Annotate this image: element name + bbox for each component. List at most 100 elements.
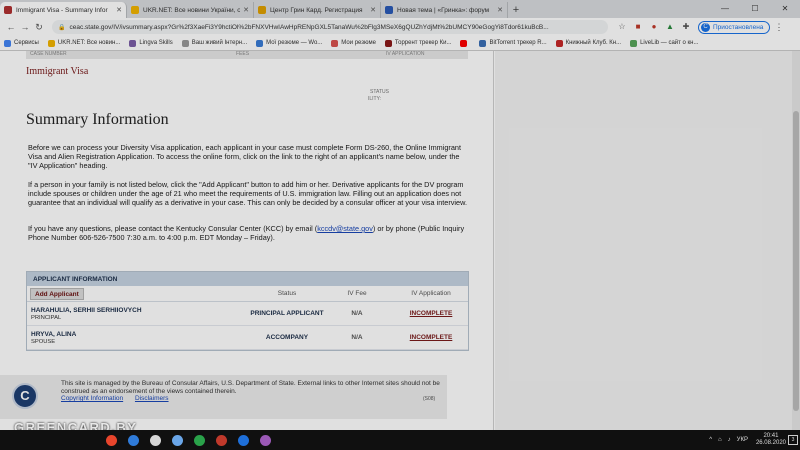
bookmark-item[interactable]: Торрент трекер Ки... (384, 39, 451, 47)
close-window-button[interactable]: ✕ (770, 0, 800, 18)
case-header-label: CASE NUMBER (30, 51, 67, 57)
page-scrollbar[interactable] (792, 51, 800, 430)
bookmark-favicon-icon (479, 39, 487, 47)
tab-label: Новая тема | «Гринка»: форум (397, 6, 490, 14)
star-icon[interactable]: ☆ (616, 22, 628, 32)
clock[interactable]: 20:41 26.08.2020 (756, 433, 786, 447)
derivative-paragraph: If a person in your family is not listed… (28, 180, 468, 207)
tab-close-icon[interactable]: ✕ (370, 6, 376, 14)
minimize-button[interactable]: — (710, 0, 740, 18)
bookmark-item[interactable]: Ваш живий Інтерн... (181, 39, 247, 47)
puzzle-icon[interactable]: ✚ (680, 22, 692, 32)
page-content: CASE NUMBER FEES IV APPLICATION Immigran… (0, 51, 494, 430)
taskbar-app-icon[interactable] (122, 430, 144, 450)
status-label: STATUS (370, 89, 389, 95)
sound-icon[interactable]: ♪ (728, 437, 731, 443)
applicant-name: HARAHULIA, SERHII SERHIIOVYCH (31, 307, 142, 314)
case-header-strip: CASE NUMBER FEES IV APPLICATION (26, 51, 468, 59)
extension-icon[interactable]: ▲ (664, 22, 676, 32)
bookmark-item[interactable]: Lingva Skills (129, 39, 173, 47)
taskbar-app-icon[interactable] (188, 430, 210, 450)
extension-icon[interactable]: ■ (632, 22, 644, 32)
profile-paused-button[interactable]: C Приостановлена (698, 20, 771, 34)
url-text: ceac.state.gov/IV/ivsummary.aspx?Gr%2f3X… (69, 23, 549, 31)
tab-favicon-icon (258, 6, 266, 14)
bookmark-favicon-icon (47, 39, 55, 47)
bookmark-favicon-icon (630, 39, 638, 47)
bookmark-item[interactable]: Мої резюме — Wo... (256, 39, 322, 47)
tab-ukrnet[interactable]: UKR.NET: Все новини України, о ✕ (127, 2, 254, 18)
bookmark-favicon-icon (256, 39, 264, 47)
tab-close-icon[interactable]: ✕ (116, 6, 122, 14)
tab-label: UKR.NET: Все новини України, о (143, 6, 241, 14)
tab-close-icon[interactable]: ✕ (497, 6, 503, 14)
taskbar-app-icon[interactable] (210, 430, 232, 450)
bookmark-item[interactable]: UKR.NET: Все новин... (47, 39, 120, 47)
iv-application-link[interactable]: INCOMPLETE (400, 310, 462, 317)
applicant-role: SPOUSE (31, 339, 56, 345)
visa-type-heading: Immigrant Visa (26, 66, 89, 77)
bookmark-item[interactable]: BitTorrent трекер R... (479, 39, 547, 47)
back-arrow-icon[interactable]: ← (4, 22, 18, 32)
bookmarks-bar: Сервисы UKR.NET: Все новин... Lingva Ski… (0, 36, 800, 51)
bookmark-favicon-icon (384, 39, 392, 47)
column-header-iv-fee: IV Fee (347, 290, 367, 297)
taskbar: ^ ⌂ ♪ УКР 20:41 26.08.2020 3 (0, 430, 800, 450)
bookmark-item[interactable]: LiveLib — сайт о кн... (630, 39, 699, 47)
table-row: HARAHULIA, SERHII SERHIIOVYCH PRINCIPAL … (27, 302, 468, 326)
reload-icon[interactable]: ↻ (32, 22, 46, 33)
tab-greencard-center[interactable]: Центр Грин Кард. Регистрация ✕ (254, 2, 381, 18)
taskbar-app-icon[interactable] (254, 430, 276, 450)
kcc-email-link[interactable]: kccdv@state.gov (317, 224, 373, 233)
disclaimers-link[interactable]: Disclaimers (135, 395, 169, 402)
page-footer: C This site is managed by the Bureau of … (0, 375, 447, 419)
kebab-menu-icon[interactable]: ⋮ (774, 22, 783, 33)
case-header-label: IV APPLICATION (386, 51, 425, 57)
applicant-table: APPLICANT INFORMATION Add Applicant Stat… (26, 271, 469, 351)
bookmark-item[interactable]: Мои резюме (331, 39, 376, 47)
applicant-iv-fee: N/A (351, 310, 363, 317)
taskbar-app-icon[interactable] (166, 430, 188, 450)
column-header-status: Status (277, 290, 297, 297)
forward-arrow-icon[interactable]: → (18, 22, 32, 32)
bookmark-item[interactable]: Сервисы (4, 39, 39, 47)
address-bar[interactable]: 🔒 ceac.state.gov/IV/ivsummary.aspx?Gr%2f… (52, 20, 608, 34)
iv-application-link[interactable]: INCOMPLETE (400, 334, 462, 341)
scrollbar-thumb[interactable] (793, 111, 799, 411)
footer-disclaimer-text: This site is managed by the Bureau of Co… (61, 380, 440, 395)
avatar: C (701, 22, 710, 32)
page-code: (S08) (423, 396, 436, 402)
taskbar-app-icon[interactable] (144, 430, 166, 450)
tab-forum[interactable]: Новая тема | «Гринка»: форум ✕ (381, 2, 508, 18)
eligibility-label: ILITY: (368, 96, 382, 102)
new-tab-button[interactable]: + (508, 2, 524, 18)
footer-links: Copyright Information Disclaimers (61, 395, 179, 402)
add-applicant-button[interactable]: Add Applicant (30, 287, 84, 300)
maximize-button[interactable]: ☐ (740, 0, 770, 18)
network-icon[interactable]: ⌂ (718, 437, 722, 443)
copyright-link[interactable]: Copyright Information (61, 395, 123, 402)
bookmark-item[interactable]: Книжный Клуб. Кн... (555, 39, 621, 47)
taskbar-app-icon[interactable] (100, 430, 122, 450)
bookmark-favicon-icon (181, 39, 189, 47)
tab-close-icon[interactable]: ✕ (243, 6, 249, 14)
tray-chevron-icon[interactable]: ^ (709, 437, 712, 443)
taskbar-app-icon[interactable] (232, 430, 254, 450)
bookmark-item-youtube[interactable] (460, 39, 470, 47)
tab-favicon-icon (385, 6, 393, 14)
column-header-iv-application: IV Application (411, 290, 451, 297)
tab-favicon-icon (4, 6, 12, 14)
extension-icon[interactable]: ● (648, 22, 660, 32)
table-row: HRYVA, ALINA SPOUSE ACCOMPANY N/A INCOMP… (27, 326, 468, 350)
notifications-icon[interactable]: 3 (788, 435, 798, 445)
tab-immigrant-visa[interactable]: Immigrant Visa - Summary Infor ✕ (0, 2, 127, 18)
applicant-role: PRINCIPAL (31, 315, 62, 321)
clock-time: 20:41 (763, 433, 779, 439)
system-tray: ^ ⌂ ♪ УКР 20:41 26.08.2020 (703, 430, 786, 450)
lock-icon: 🔒 (58, 24, 66, 31)
language-indicator[interactable]: УКР (737, 437, 748, 443)
applicant-table-header: APPLICANT INFORMATION (27, 272, 468, 286)
bookmark-favicon-icon (129, 39, 137, 47)
page-title: Summary Information (26, 111, 169, 128)
youtube-icon (460, 39, 468, 47)
